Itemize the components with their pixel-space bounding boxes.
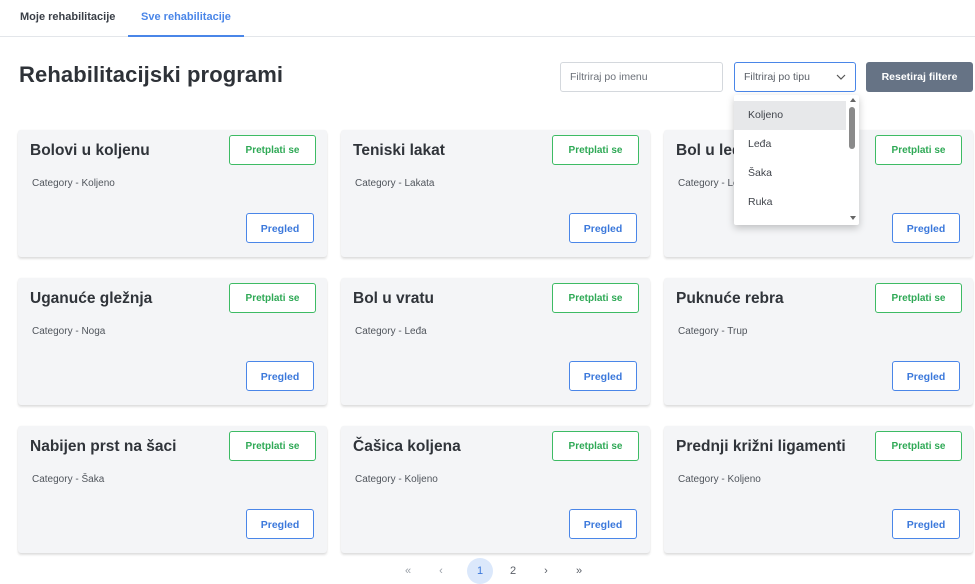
subscribe-button[interactable]: Pretplati se bbox=[229, 431, 316, 461]
page-button[interactable]: 2 bbox=[505, 560, 521, 582]
subscribe-button[interactable]: Pretplati se bbox=[875, 135, 962, 165]
program-category: Category - Koljeno bbox=[32, 178, 115, 189]
tab-my-rehabilitations[interactable]: Moje rehabilitacije bbox=[20, 0, 115, 35]
program-category: Category - Leđa bbox=[355, 326, 427, 337]
view-button[interactable]: Pregled bbox=[569, 509, 637, 539]
view-button[interactable]: Pregled bbox=[246, 361, 314, 391]
program-card: Čašica koljena Category - Koljeno Pretpl… bbox=[341, 426, 650, 553]
name-filter-input[interactable] bbox=[560, 62, 723, 92]
program-title: Čašica koljena bbox=[353, 438, 461, 455]
type-option-saka[interactable]: Šaka bbox=[734, 159, 846, 188]
subscribe-button[interactable]: Pretplati se bbox=[875, 283, 962, 313]
dropdown-scrollbar[interactable] bbox=[846, 95, 859, 225]
tab-all-rehabilitations[interactable]: Sve rehabilitacije bbox=[128, 0, 244, 37]
program-card: Puknuće rebra Category - Trup Pretplati … bbox=[664, 278, 973, 405]
type-filter-label: Filtriraj po tipu bbox=[744, 71, 810, 83]
view-button[interactable]: Pregled bbox=[246, 509, 314, 539]
program-category: Category - Koljeno bbox=[355, 474, 438, 485]
type-option-koljeno[interactable]: Koljeno bbox=[734, 101, 846, 130]
program-card: Uganuće gležnja Category - Noga Pretplat… bbox=[18, 278, 327, 405]
type-filter-dropdown: Koljeno Leđa Šaka Ruka bbox=[734, 95, 859, 225]
reset-filters-button[interactable]: Resetiraj filtere bbox=[866, 62, 973, 92]
type-filter-select[interactable]: Filtriraj po tipu bbox=[734, 62, 856, 92]
first-page-icon[interactable]: « bbox=[400, 560, 416, 582]
program-card: Bol u vratu Category - Leđa Pretplati se… bbox=[341, 278, 650, 405]
chevron-down-icon bbox=[836, 74, 846, 80]
program-card: Bolovi u koljenu Category - Koljeno Pret… bbox=[18, 130, 327, 257]
program-title: Bol u vratu bbox=[353, 290, 434, 307]
page-title: Rehabilitacijski programi bbox=[19, 62, 284, 87]
type-option-leda[interactable]: Leđa bbox=[734, 130, 846, 159]
program-card: Nabijen prst na šaci Category - Šaka Pre… bbox=[18, 426, 327, 553]
view-button[interactable]: Pregled bbox=[569, 361, 637, 391]
subscribe-button[interactable]: Pretplati se bbox=[552, 135, 639, 165]
scroll-up-arrow-icon[interactable] bbox=[850, 98, 856, 102]
view-button[interactable]: Pregled bbox=[892, 361, 960, 391]
program-category: Category - Koljeno bbox=[678, 474, 761, 485]
subscribe-button[interactable]: Pretplati se bbox=[229, 283, 316, 313]
subscribe-button[interactable]: Pretplati se bbox=[229, 135, 316, 165]
last-page-icon[interactable]: » bbox=[571, 560, 587, 582]
view-button[interactable]: Pregled bbox=[892, 213, 960, 243]
subscribe-button[interactable]: Pretplati se bbox=[875, 431, 962, 461]
program-title: Bolovi u koljenu bbox=[30, 142, 150, 159]
program-category: Category - Šaka bbox=[32, 474, 105, 485]
program-category: Category - Trup bbox=[678, 326, 748, 337]
prev-page-icon[interactable]: ‹ bbox=[433, 560, 449, 582]
program-title: Puknuće rebra bbox=[676, 290, 784, 307]
view-button[interactable]: Pregled bbox=[246, 213, 314, 243]
tab-bar: Moje rehabilitacije Sve rehabilitacije bbox=[0, 0, 975, 37]
scroll-down-arrow-icon[interactable] bbox=[850, 216, 856, 220]
pagination: « ‹ 1 2 › » bbox=[0, 558, 975, 584]
page-button-current[interactable]: 1 bbox=[467, 558, 493, 584]
subscribe-button[interactable]: Pretplati se bbox=[552, 431, 639, 461]
type-option-ruka[interactable]: Ruka bbox=[734, 188, 846, 217]
program-title: Teniski lakat bbox=[353, 142, 445, 159]
scroll-thumb[interactable] bbox=[849, 107, 855, 149]
program-card: Prednji križni ligamenti Category - Kolj… bbox=[664, 426, 973, 553]
next-page-icon[interactable]: › bbox=[538, 560, 554, 582]
view-button[interactable]: Pregled bbox=[569, 213, 637, 243]
program-category: Category - Lakata bbox=[355, 178, 435, 189]
view-button[interactable]: Pregled bbox=[892, 509, 960, 539]
program-title: Nabijen prst na šaci bbox=[30, 438, 177, 455]
program-title: Uganuće gležnja bbox=[30, 290, 153, 307]
program-card: Teniski lakat Category - Lakata Pretplat… bbox=[341, 130, 650, 257]
program-category: Category - Noga bbox=[32, 326, 106, 337]
program-title: Prednji križni ligamenti bbox=[676, 438, 846, 455]
subscribe-button[interactable]: Pretplati se bbox=[552, 283, 639, 313]
